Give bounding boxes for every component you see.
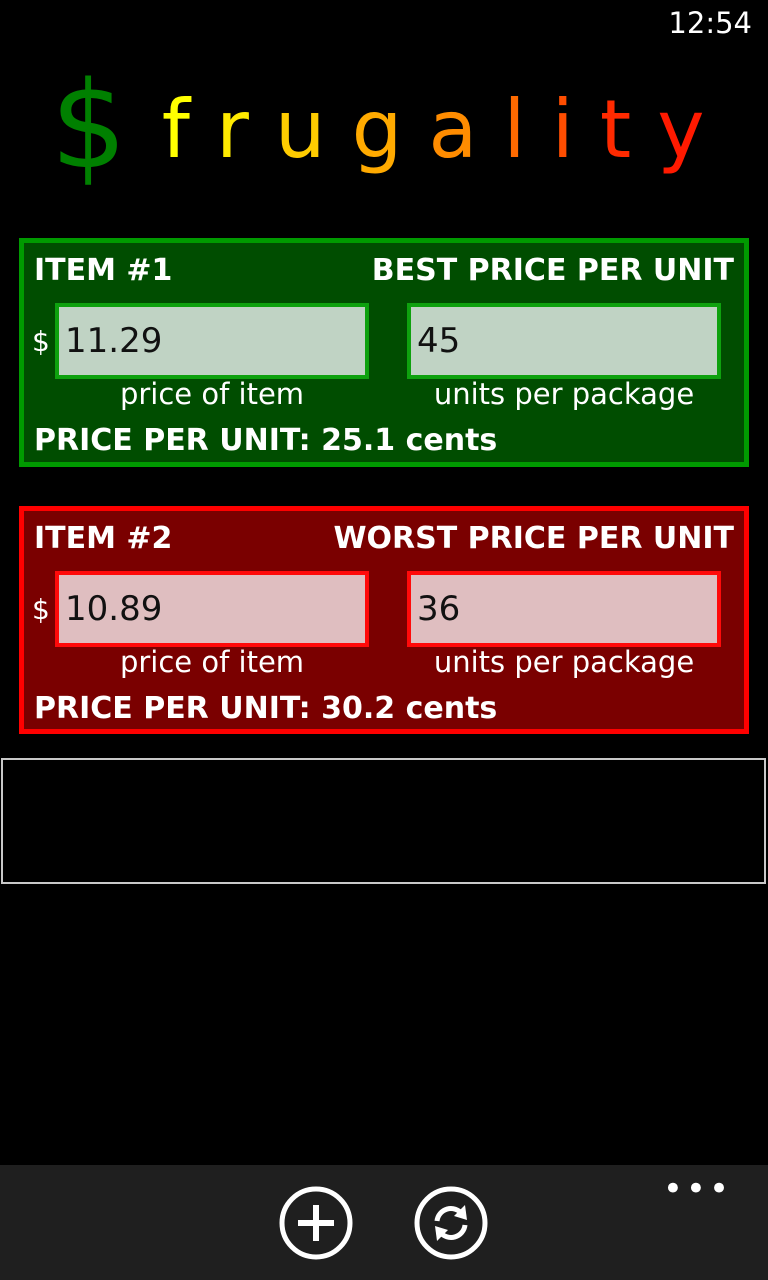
logo-letter: a [428,83,478,176]
app-bar: ••• [0,1165,768,1280]
currency-symbol: $ [32,593,50,626]
price-caption: price of item [119,645,305,679]
ad-banner[interactable] [1,758,766,884]
units-input[interactable]: 36 [407,571,721,647]
more-options-button[interactable]: ••• [663,1172,732,1206]
logo-letter: u [274,83,326,176]
currency-symbol: $ [32,325,50,358]
logo-dollar: $ [50,57,127,196]
status-bar-time: 12:54 [668,6,752,40]
logo-letter: g [351,83,403,176]
add-icon [279,1186,353,1260]
item-title: ITEM #2 [34,521,173,556]
item-title: ITEM #1 [34,253,173,288]
logo-letter: f [161,83,190,176]
price-input[interactable]: 11.29 [55,303,369,379]
item-1-card: ITEM #1 BEST PRICE PER UNIT $ 11.29 45 p… [19,238,749,467]
worst-price-label: WORST PRICE PER UNIT [333,521,734,556]
units-caption: units per package [433,645,695,679]
logo-letter: t [599,83,632,176]
price-caption: price of item [119,377,305,411]
add-item-button[interactable] [278,1185,354,1261]
logo-letter: i [551,83,574,176]
refresh-icon [414,1186,488,1260]
price-per-unit-result: PRICE PER UNIT: 25.1 cents [34,423,498,458]
logo-letter: l [503,83,526,176]
app-logo: $ f r u g a l i t y [0,62,768,195]
price-input[interactable]: 10.89 [55,571,369,647]
app-screen: 12:54 $ f r u g a l i t y ITEM #1 BEST PRICE PER … [0,0,768,1280]
logo-letter: y [657,83,705,176]
best-price-label: BEST PRICE PER UNIT [371,253,734,288]
refresh-button[interactable] [413,1185,489,1261]
logo-letter: r [215,83,249,176]
units-caption: units per package [433,377,695,411]
item-2-card: ITEM #2 WORST PRICE PER UNIT $ 10.89 36 … [19,506,749,734]
price-per-unit-result: PRICE PER UNIT: 30.2 cents [34,691,498,726]
units-input[interactable]: 45 [407,303,721,379]
